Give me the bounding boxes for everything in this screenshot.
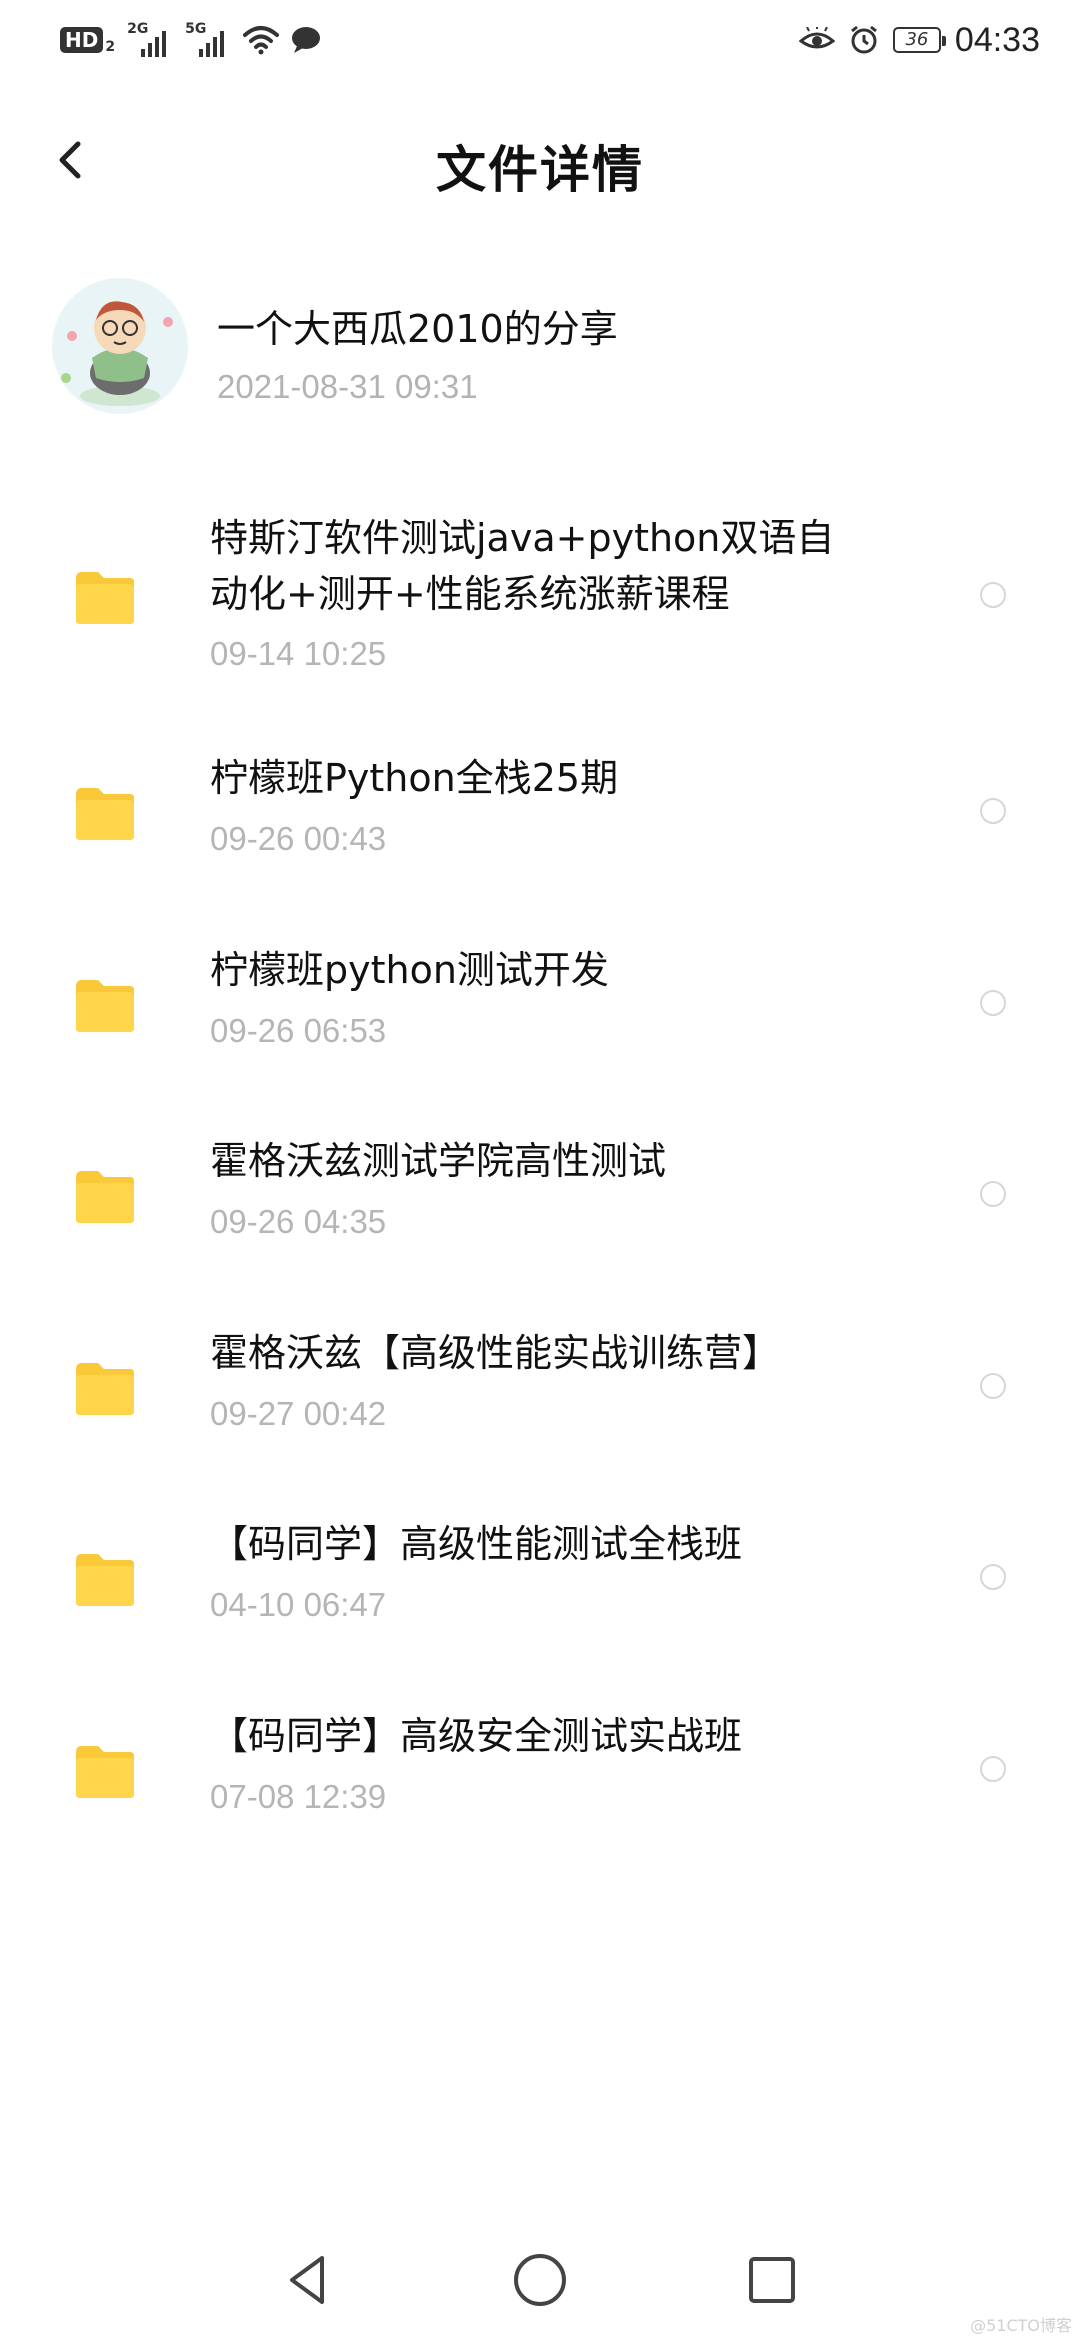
nav-home-button[interactable] — [510, 2250, 570, 2310]
item-time: 09-26 04:35 — [210, 1203, 387, 1240]
item-title: 【码同学】高级性能测试全栈班 — [210, 1522, 743, 1566]
sharer-info: 一个大西瓜2010的分享 2021-08-31 09:31 — [52, 278, 1032, 418]
signal-5g-icon: 5G — [185, 21, 231, 57]
folder-icon — [76, 1363, 134, 1415]
square-recents-icon — [749, 2257, 795, 2303]
message-icon — [292, 27, 321, 53]
select-radio[interactable] — [980, 1756, 1006, 1782]
folder-icon — [76, 1171, 134, 1223]
circle-home-icon — [514, 2254, 566, 2306]
page-title: 文件详情 — [436, 141, 644, 199]
folder-icon — [76, 980, 134, 1032]
item-title: 霍格沃兹测试学院高性测试 — [210, 1139, 667, 1183]
item-time: 04-10 06:47 — [210, 1586, 387, 1623]
list-item[interactable]: 霍格沃兹测试学院高性测试 09-26 04:35 — [0, 1133, 1080, 1273]
item-time: 09-14 10:25 — [210, 635, 387, 672]
sharer-name: 一个大西瓜2010的分享 — [217, 307, 618, 351]
header: 文件详情 — [0, 110, 1080, 210]
select-radio[interactable] — [980, 798, 1006, 824]
list-item[interactable]: 【码同学】高级性能测试全栈班 04-10 06:47 — [0, 1516, 1080, 1656]
folder-icon — [76, 788, 134, 840]
item-title: 霍格沃兹【高级性能实战训练营】 — [210, 1331, 781, 1375]
nav-recents-button[interactable] — [742, 2250, 802, 2310]
list-item[interactable]: 霍格沃兹【高级性能实战训练营】 09-27 00:42 — [0, 1325, 1080, 1465]
item-title: 柠檬班Python全栈25期 — [210, 756, 619, 800]
status-bar: HD 2 2G 5G 36 04:33 — [0, 0, 1080, 80]
list-item[interactable]: 柠檬班python测试开发 09-26 06:53 — [0, 942, 1080, 1082]
select-radio[interactable] — [980, 582, 1006, 608]
share-time: 2021-08-31 09:31 — [217, 368, 478, 405]
item-time: 09-26 00:43 — [210, 820, 387, 857]
eye-comfort-icon — [798, 27, 835, 49]
select-radio[interactable] — [980, 1181, 1006, 1207]
nav-back-button[interactable] — [278, 2250, 338, 2310]
select-radio[interactable] — [980, 1373, 1006, 1399]
wifi-icon — [243, 26, 280, 55]
folder-icon — [76, 572, 134, 624]
item-time: 07-08 12:39 — [210, 1778, 387, 1815]
avatar[interactable] — [52, 278, 188, 414]
signal-2g-icon: 2G — [127, 21, 173, 57]
status-bar-right: 36 04:33 — [798, 20, 1040, 60]
battery-icon: 36 — [892, 27, 946, 53]
item-time: 09-27 00:42 — [210, 1395, 387, 1432]
folder-icon — [76, 1554, 134, 1606]
cartoon-avatar-icon — [61, 301, 173, 406]
item-title: 柠檬班python测试开发 — [210, 948, 609, 992]
system-nav-bar: @51CTO博客 — [0, 2220, 1080, 2340]
select-radio[interactable] — [980, 1564, 1006, 1590]
list-item[interactable]: 【码同学】高级安全测试实战班 07-08 12:39 — [0, 1708, 1080, 1848]
hd-voice-sim: 2 — [105, 39, 116, 55]
folder-icon — [76, 1746, 134, 1798]
list-item[interactable]: 柠檬班Python全栈25期 09-26 00:43 — [0, 750, 1080, 890]
status-time: 04:33 — [954, 20, 1040, 59]
select-radio[interactable] — [980, 990, 1006, 1016]
watermark: @51CTO博客 — [970, 2316, 1072, 2335]
alarm-icon — [850, 25, 877, 54]
hd-voice-icon: HD — [60, 27, 104, 53]
item-title: 特斯汀软件测试java+python双语自动化+测开+性能系统涨薪课程 — [210, 516, 835, 616]
triangle-back-icon — [290, 2256, 324, 2304]
status-bar-left: HD 2 2G 5G — [60, 20, 321, 60]
list-item[interactable]: 特斯汀软件测试java+python双语自动化+测开+性能系统涨薪课程 09-1… — [0, 500, 1080, 700]
item-title: 【码同学】高级安全测试实战班 — [210, 1714, 743, 1758]
item-time: 09-26 06:53 — [210, 1012, 387, 1049]
